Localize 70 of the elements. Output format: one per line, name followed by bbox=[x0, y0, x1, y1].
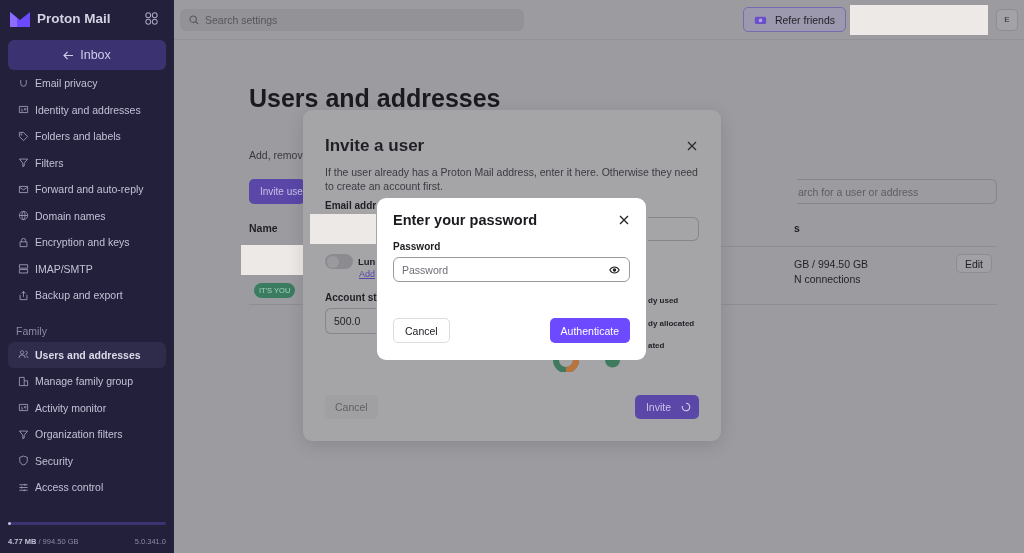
legend-label: dy used bbox=[648, 296, 679, 305]
sidebar-item[interactable]: Domain names bbox=[8, 202, 166, 229]
invite-button[interactable]: Invite bbox=[634, 395, 699, 419]
invite-user-button[interactable]: Invite use bbox=[249, 179, 305, 204]
close-icon[interactable] bbox=[619, 215, 629, 225]
table-cell-text: N connections bbox=[794, 273, 862, 285]
sidebar-item[interactable]: Identity and addresses bbox=[8, 96, 166, 123]
server-icon bbox=[18, 263, 29, 275]
dialog-title: Invite a user bbox=[325, 135, 425, 157]
filter-icon bbox=[18, 428, 29, 440]
avatar-button[interactable]: E bbox=[996, 8, 1018, 31]
id-card-icon bbox=[18, 104, 29, 116]
arrow-left-icon bbox=[63, 50, 75, 60]
inbox-button[interactable]: Inbox bbox=[8, 40, 166, 70]
edit-button[interactable]: Edit bbox=[955, 254, 992, 273]
toggle-label: Lun bbox=[358, 256, 376, 267]
cancel-button[interactable]: Cancel bbox=[393, 318, 450, 343]
redacted-block bbox=[310, 214, 376, 244]
filter-icon bbox=[18, 157, 29, 169]
password-field[interactable]: Password bbox=[393, 257, 630, 282]
sidebar-item[interactable]: Filters bbox=[8, 149, 166, 176]
page-description: Add, remov bbox=[249, 149, 304, 161]
authenticate-button[interactable]: Authenticate bbox=[549, 318, 630, 343]
sidebar-item[interactable]: Backup and export bbox=[8, 282, 166, 309]
spinner-icon bbox=[681, 402, 691, 412]
section-heading: Family bbox=[15, 324, 48, 337]
banknote-icon bbox=[753, 14, 767, 25]
sidebar-item[interactable]: IMAP/SMTP bbox=[8, 255, 166, 282]
globe-icon bbox=[18, 210, 29, 222]
sidebar-item[interactable]: Manage family group bbox=[8, 368, 166, 395]
users-icon bbox=[18, 349, 29, 361]
column-header: Name bbox=[249, 222, 278, 234]
sidebar-item[interactable]: Forward and auto-reply bbox=[8, 176, 166, 203]
building-icon bbox=[18, 375, 29, 387]
sidebar-item[interactable]: Organization filters bbox=[8, 421, 166, 448]
field-label: Email addr bbox=[325, 200, 377, 211]
table-cell: GB / 994.50 GB bbox=[794, 257, 869, 270]
legend-label: dy allocated bbox=[648, 319, 695, 328]
legend-label: ated bbox=[648, 341, 665, 350]
dialog-title: Enter your password bbox=[393, 211, 538, 230]
toggle-switch[interactable] bbox=[325, 254, 353, 269]
envelope-icon bbox=[18, 183, 29, 195]
redacted-block bbox=[241, 245, 305, 275]
sidebar-item[interactable]: Users and addresses bbox=[8, 341, 166, 368]
sidebar-item[interactable]: Email privacy bbox=[8, 70, 166, 97]
field-label: Account st bbox=[325, 292, 377, 303]
id-card-icon bbox=[18, 402, 29, 414]
tag-icon bbox=[18, 130, 29, 142]
chart-fragment-drawing bbox=[553, 360, 621, 372]
dialog-description: If the user already has a Proton Mail address, enter it here. Otherwise they need to create an account first. bbox=[325, 165, 699, 193]
input-field[interactable]: 500.0 bbox=[325, 308, 376, 334]
eye-icon[interactable] bbox=[609, 265, 620, 274]
field-label: Password bbox=[393, 241, 442, 252]
sidebar-item[interactable]: Encryption and keys bbox=[8, 229, 166, 256]
apps-grid-icon[interactable] bbox=[145, 12, 158, 25]
brand-name: Proton Mail bbox=[37, 11, 111, 26]
refer-friends-button[interactable]: Refer friends bbox=[742, 7, 846, 32]
input-field[interactable] bbox=[648, 217, 699, 241]
export-icon bbox=[18, 289, 29, 301]
sidebar-item[interactable]: Security bbox=[8, 447, 166, 474]
sidebar-item[interactable]: Folders and labels bbox=[8, 123, 166, 150]
page-title: Users and addresses bbox=[249, 83, 502, 113]
sliders-icon bbox=[18, 481, 29, 493]
envelope-logo-icon bbox=[10, 10, 30, 27]
lock-icon bbox=[18, 236, 29, 248]
sidebar-item[interactable]: Access control bbox=[8, 474, 166, 501]
column-header: s bbox=[794, 222, 801, 234]
search-icon bbox=[189, 14, 199, 25]
sidebar-item[interactable]: Activity monitor bbox=[8, 394, 166, 421]
close-icon[interactable] bbox=[687, 141, 697, 151]
